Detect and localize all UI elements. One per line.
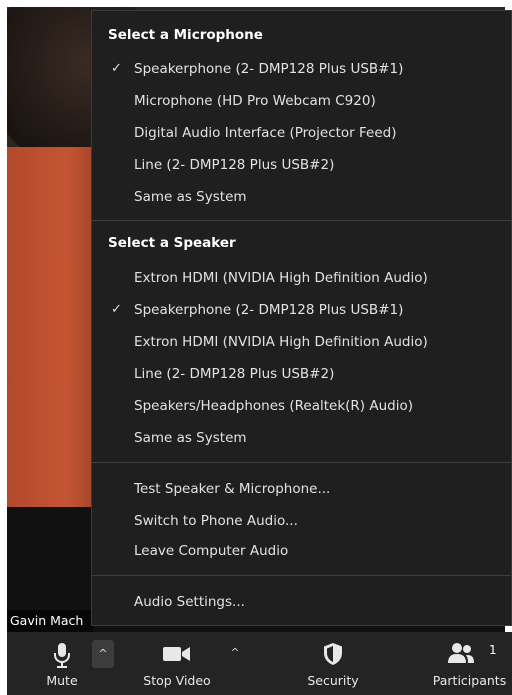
speaker-option-label: Speakers/Headphones (Realtek(R) Audio) bbox=[134, 398, 413, 414]
participants-button[interactable]: Participants bbox=[427, 632, 512, 695]
microphone-option-label: Same as System bbox=[134, 189, 247, 205]
speaker-option[interactable]: Same as System bbox=[92, 424, 511, 452]
leave-computer-audio-label: Leave Computer Audio bbox=[134, 543, 289, 559]
test-speaker-microphone-label: Test Speaker & Microphone... bbox=[134, 481, 331, 497]
speaker-option-label: Speakerphone (2- DMP128 Plus USB#1) bbox=[134, 302, 404, 318]
participants-label: Participants bbox=[432, 673, 507, 688]
shield-icon bbox=[324, 643, 342, 665]
video-camera-icon bbox=[163, 647, 190, 661]
speaker-option[interactable]: ✓ Speakerphone (2- DMP128 Plus USB#1) bbox=[92, 296, 511, 324]
microphone-option[interactable]: ✓ Speakerphone (2- DMP128 Plus USB#1) bbox=[92, 55, 511, 83]
speaker-option[interactable]: Extron HDMI (NVIDIA High Definition Audi… bbox=[92, 328, 511, 356]
microphone-option[interactable]: Line (2- DMP128 Plus USB#2) bbox=[92, 151, 511, 179]
menu-divider bbox=[92, 462, 511, 463]
microphone-option-label: Microphone (HD Pro Webcam C920) bbox=[134, 93, 376, 109]
leave-computer-audio-item[interactable]: Leave Computer Audio bbox=[92, 537, 511, 565]
switch-to-phone-audio-item[interactable]: Switch to Phone Audio... bbox=[92, 507, 511, 535]
stop-video-label: Stop Video bbox=[143, 673, 211, 688]
audio-options-caret-button[interactable]: ^ bbox=[92, 640, 114, 668]
microphone-option[interactable]: Digital Audio Interface (Projector Feed) bbox=[92, 119, 511, 147]
menu-divider bbox=[92, 575, 511, 576]
microphone-option[interactable]: Same as System bbox=[92, 183, 511, 211]
security-button[interactable]: Security bbox=[297, 632, 369, 695]
participant-name-tag: Gavin Mach bbox=[7, 610, 93, 632]
microphone-option[interactable]: Microphone (HD Pro Webcam C920) bbox=[92, 87, 511, 115]
microphone-option-label: Line (2- DMP128 Plus USB#2) bbox=[134, 157, 335, 173]
microphone-icon bbox=[54, 643, 70, 668]
speaker-section-header: Select a Speaker bbox=[108, 235, 236, 251]
mute-label: Mute bbox=[46, 673, 78, 688]
switch-to-phone-audio-label: Switch to Phone Audio... bbox=[134, 513, 298, 529]
participants-icon bbox=[448, 643, 474, 663]
stop-video-button[interactable]: Stop Video bbox=[137, 632, 217, 695]
speaker-option-label: Extron HDMI (NVIDIA High Definition Audi… bbox=[134, 270, 428, 286]
speaker-option-label: Line (2- DMP128 Plus USB#2) bbox=[134, 366, 335, 382]
participants-count: 1 bbox=[489, 643, 497, 657]
audio-menu: Select a Microphone ✓ Speakerphone (2- D… bbox=[91, 10, 512, 626]
security-label: Security bbox=[307, 673, 359, 688]
speaker-option[interactable]: Extron HDMI (NVIDIA High Definition Audi… bbox=[92, 264, 511, 292]
speaker-option-label: Same as System bbox=[134, 430, 247, 446]
video-options-caret-button[interactable]: ^ bbox=[227, 642, 243, 664]
meeting-toolbar: Mute ^ Stop Video ^ Security Participant… bbox=[7, 632, 512, 695]
test-speaker-microphone-item[interactable]: Test Speaker & Microphone... bbox=[92, 475, 511, 503]
speaker-option[interactable]: Speakers/Headphones (Realtek(R) Audio) bbox=[92, 392, 511, 420]
menu-divider bbox=[92, 220, 511, 221]
speaker-option[interactable]: Line (2- DMP128 Plus USB#2) bbox=[92, 360, 511, 388]
microphone-option-label: Speakerphone (2- DMP128 Plus USB#1) bbox=[134, 61, 404, 77]
mute-button[interactable]: Mute bbox=[29, 632, 95, 695]
microphone-option-label: Digital Audio Interface (Projector Feed) bbox=[134, 125, 397, 141]
microphone-section-header: Select a Microphone bbox=[108, 27, 263, 43]
audio-settings-label: Audio Settings... bbox=[134, 594, 245, 610]
check-icon: ✓ bbox=[111, 61, 122, 76]
audio-settings-item[interactable]: Audio Settings... bbox=[92, 588, 511, 616]
check-icon: ✓ bbox=[111, 302, 122, 317]
speaker-option-label: Extron HDMI (NVIDIA High Definition Audi… bbox=[134, 334, 428, 350]
